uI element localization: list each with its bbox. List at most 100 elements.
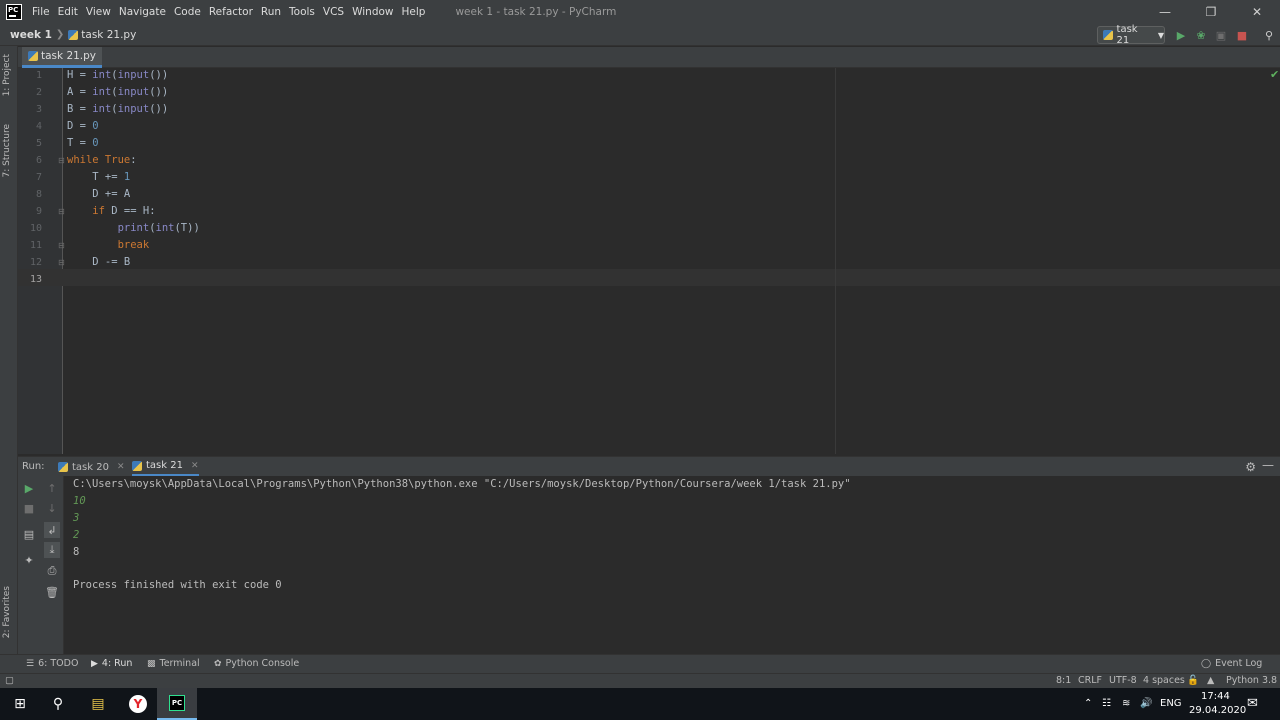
windows-taskbar: ⊞ ⚲ ▤ Y PC ⌃ ☷ ≋ 🔊 ENG 17:44 29.04.2020 … [0,688,1280,720]
tool-tab-structure[interactable]: 7: Structure [2,124,12,178]
hide-panel-icon[interactable]: — [1262,458,1274,472]
line-number: 10 [29,223,42,234]
token: int [92,69,112,81]
console-input: 10 [73,495,86,507]
caret-position[interactable]: 8:1 [1056,675,1071,686]
terminal-tool-button[interactable]: ▩ Terminal [147,658,200,669]
windows-start-icon[interactable]: ⊞ [0,688,40,720]
editor-tab-task21[interactable]: task 21.py [22,47,103,68]
search-icon[interactable]: ⚲ [1261,27,1277,43]
editor-tab-label: task 21.py [41,50,97,62]
code-line: if D == H: [67,203,156,220]
menu-run[interactable]: Run [257,0,285,24]
token: int [155,222,175,234]
menu-vcs[interactable]: VCS [319,0,348,24]
run-with-coverage-icon[interactable]: ▣ [1213,27,1229,43]
code-line: D -= B [67,254,130,271]
pycharm-logo-icon: PC [6,4,22,20]
stop-icon[interactable]: ■ [1234,27,1250,43]
gear-icon[interactable]: ⚙ [1245,460,1256,474]
token: A = [67,86,93,98]
stop-icon[interactable]: ■ [21,500,37,516]
run-tool-button[interactable]: ▶ 4: Run [91,658,132,669]
python-console-tool-button[interactable]: ✿ Python Console [214,658,299,669]
run-configuration-select[interactable]: task 21 ▼ [1097,24,1165,46]
line-separator[interactable]: CRLF [1078,675,1102,686]
close-tab-icon[interactable]: ✕ [117,462,125,472]
menu-refactor[interactable]: Refactor [205,0,257,24]
python-file-icon [132,460,142,471]
lock-icon[interactable]: 🔓 [1187,675,1199,686]
token: D = [67,120,93,132]
restore-window-button[interactable]: ❐ [1188,0,1234,24]
run-tab-task20[interactable]: task 20 ✕ [58,457,125,477]
file-encoding[interactable]: UTF-8 [1109,675,1137,686]
clock-date[interactable]: 29.04.2020 [1189,705,1246,716]
fold-marker-icon[interactable]: ⊟ [58,208,66,216]
tool-windows-toggle-icon[interactable]: ▢ [5,675,14,686]
layout-icon[interactable]: ▤ [21,526,37,542]
print-icon[interactable]: ⎙ [44,563,60,579]
current-line-highlight [18,269,1280,286]
python-interpreter[interactable]: Python 3.8 [1226,675,1277,686]
inspection-ok-icon[interactable]: ✔ [1270,68,1279,81]
token: ()) [149,86,169,98]
todo-tool-button[interactable]: ☰ 6: TODO [26,658,78,669]
close-tab-icon[interactable]: ✕ [191,461,199,471]
file-explorer-icon[interactable]: ▤ [78,688,118,720]
menu-code[interactable]: Code [170,0,205,24]
run-icon[interactable]: ▶ [1173,27,1189,43]
network-icon[interactable]: ☷ [1102,698,1111,709]
line-number: 1 [35,70,42,81]
fold-marker-icon[interactable]: ⊟ [58,242,66,250]
code-editor[interactable] [63,68,1280,454]
clock-time[interactable]: 17:44 [1201,691,1230,702]
soft-wrap-icon[interactable]: ↲ [44,522,60,538]
pycharm-taskbar-icon[interactable]: PC [157,688,197,720]
run-label: Run: [22,461,45,472]
rerun-icon[interactable]: ▶ [21,480,37,496]
line-number: 7 [35,172,42,183]
token: B = [67,103,93,115]
menu-view[interactable]: View [82,0,115,24]
menu-tools[interactable]: Tools [285,0,319,24]
breadcrumb-project[interactable]: week 1 [10,29,52,41]
pin-icon[interactable]: ✦ [21,552,37,568]
arrow-down-icon[interactable]: ↓ [44,500,60,516]
tool-tab-project[interactable]: 1: Project [2,54,12,96]
run-console[interactable] [64,476,1280,654]
run-tab-task21[interactable]: task 21 ✕ [132,457,199,477]
close-window-button[interactable]: ✕ [1234,0,1280,24]
volume-icon[interactable]: 🔊 [1140,698,1152,709]
breadcrumb-file[interactable]: task 21.py [81,29,136,41]
trash-icon[interactable]: 🗑 [44,584,60,600]
token: (T)) [174,222,200,234]
code-line: A = int(input()) [67,84,168,101]
debug-icon[interactable]: ❀ [1193,27,1209,43]
menu-help[interactable]: Help [398,0,430,24]
menu-edit[interactable]: Edit [54,0,82,24]
token: H = [67,69,93,81]
menu-navigate[interactable]: Navigate [115,0,170,24]
fold-marker-icon[interactable]: ⊟ [58,157,66,165]
code-line: while True: [67,152,137,169]
event-log-tool-button[interactable]: ◯ Event Log [1201,658,1262,669]
chevron-up-icon[interactable]: ⌃ [1084,698,1092,709]
indent-setting[interactable]: 4 spaces [1143,675,1185,686]
line-number: 9 [35,206,42,217]
menu-file[interactable]: File [28,0,54,24]
wifi-icon[interactable]: ≋ [1122,698,1130,709]
scroll-to-end-icon[interactable]: ⤓ [44,542,60,558]
notifications-icon[interactable]: ✉ [1247,696,1258,711]
yandex-browser-icon[interactable]: Y [118,688,158,720]
tool-tab-favorites[interactable]: 2: Favorites [2,586,12,638]
token: D == H: [111,205,156,217]
navigation-bar: week 1 ❯ task 21.py task 21 ▼ ▶ ❀ ▣ ■ ⚲ [0,24,1280,46]
menu-window[interactable]: Window [348,0,397,24]
line-number: 4 [35,121,42,132]
minimize-window-button[interactable]: — [1142,0,1188,24]
fold-marker-icon[interactable]: ⊟ [58,259,66,267]
arrow-up-icon[interactable]: ↑ [44,480,60,496]
search-icon[interactable]: ⚲ [38,688,78,720]
input-language[interactable]: ENG [1160,698,1182,709]
